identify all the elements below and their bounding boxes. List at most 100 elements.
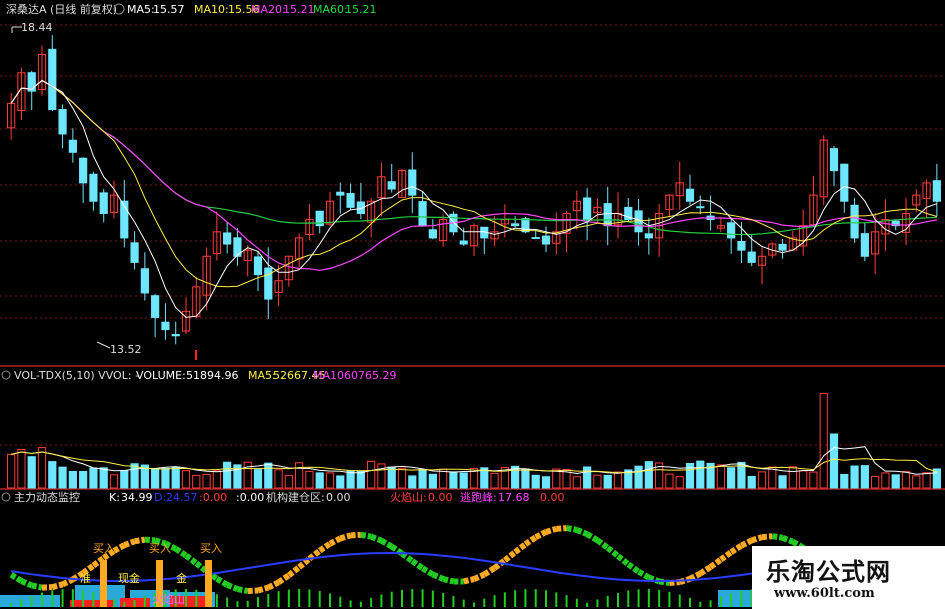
candle-body — [829, 148, 839, 172]
k-line-segment — [370, 533, 383, 544]
volume-bar — [109, 474, 119, 489]
candle-body — [346, 193, 355, 208]
k-line-segment — [708, 557, 723, 570]
volume-bar — [408, 475, 417, 489]
buy-label-2: 买入 — [149, 542, 171, 555]
monitor-title: 主力动态监控 — [14, 490, 80, 504]
zone-label-4: 火焰山 — [152, 592, 185, 606]
volume-bar — [356, 470, 365, 489]
volume-bar — [572, 476, 581, 489]
volume-bar — [644, 461, 653, 489]
volcano-value: 0.00 — [428, 491, 453, 504]
k-line-segment — [669, 579, 680, 586]
x-value: :0.00 — [199, 491, 227, 504]
high-marker: 18.44 — [11, 21, 53, 34]
volume-bar — [840, 473, 849, 489]
k-line-segment — [431, 571, 445, 582]
inst-value: 0.00 — [326, 491, 351, 504]
k-line-segment — [513, 541, 528, 555]
watermark-logo: 乐淘公式网 www.60lt.com — [752, 546, 945, 609]
k-line-segment — [698, 564, 713, 577]
date-marker — [195, 350, 197, 360]
candle-body — [223, 232, 232, 245]
svg-text:13.52: 13.52 — [110, 343, 142, 356]
volume-bar — [346, 470, 355, 489]
volume-bar — [881, 472, 890, 489]
k-line-segment — [61, 576, 75, 588]
candle-body — [89, 173, 98, 202]
stock-chart[interactable]: 深桑达A (日线 前复权) MA5: 15.57 MA10: 15.56 MA2… — [0, 0, 945, 609]
candle-body — [58, 109, 67, 135]
volume-bar — [593, 474, 602, 489]
k-line-segment — [134, 536, 146, 545]
volume-bar — [68, 470, 77, 489]
volume-bar — [757, 471, 767, 489]
candle-body — [387, 181, 396, 190]
candle-body — [932, 180, 941, 202]
volume-bar — [603, 474, 612, 489]
volume-bar — [819, 393, 828, 489]
candle-body — [408, 169, 417, 196]
k-line-segment — [750, 534, 763, 544]
k-line-segment — [350, 531, 362, 539]
y-value: :0.00 — [236, 491, 264, 504]
volume-bar — [860, 465, 869, 489]
vol-ma10-line — [10, 451, 938, 474]
k-line-segment — [605, 545, 620, 559]
ma60-label: MA60: — [313, 3, 348, 16]
volume-bar — [212, 470, 221, 489]
k-line-segment — [637, 569, 651, 581]
volume-bar — [397, 467, 407, 489]
vol-ma10-value: 60765.29 — [344, 369, 397, 382]
candle-body — [151, 295, 160, 318]
volume-bar — [634, 465, 643, 489]
volume-bar — [490, 472, 499, 489]
volume-bar — [130, 463, 139, 489]
candle-body — [68, 139, 77, 153]
volume-bar — [449, 471, 458, 489]
volume-bar — [901, 471, 911, 489]
volume-bar — [511, 465, 520, 489]
candlestick-series — [7, 35, 941, 345]
volume-bar — [295, 462, 304, 489]
volume-bar — [418, 468, 427, 489]
candle-body — [140, 268, 149, 294]
k-line-segment — [123, 538, 136, 548]
volume-bar — [336, 475, 345, 489]
k-label: K: — [109, 491, 120, 504]
k-line-segment — [144, 536, 156, 544]
ma20-label: MA20: — [251, 3, 286, 16]
volume-bar — [89, 467, 98, 489]
k-line-segment — [729, 543, 744, 555]
volume-bar — [459, 472, 468, 489]
volume-bar — [428, 473, 437, 489]
volume-value: 51894.96 — [186, 369, 239, 382]
volume-bar — [27, 456, 36, 489]
k-line-segment — [379, 538, 394, 550]
volume-bar — [120, 470, 129, 489]
candle-body — [253, 256, 263, 276]
candle-body — [603, 203, 612, 227]
buy-label-1: 买入 — [93, 542, 115, 555]
volume-bar — [315, 472, 324, 489]
volume-bar — [727, 467, 736, 489]
volume-bar — [829, 433, 839, 489]
volume-bar — [284, 474, 293, 489]
volume-bar — [243, 461, 252, 489]
settings-icon[interactable] — [1, 492, 11, 502]
k-line-segment — [566, 525, 578, 533]
moving-average-lines — [10, 79, 938, 318]
volume-bar — [151, 467, 160, 489]
candle-body — [130, 242, 139, 263]
k-line-segment — [502, 549, 518, 563]
ma5-line — [10, 79, 938, 318]
candle-body — [531, 237, 540, 240]
settings-icon[interactable] — [1, 370, 11, 380]
k-line-segment — [360, 531, 372, 540]
k-line-segment — [184, 553, 199, 566]
volume-bar — [531, 474, 540, 489]
candle-body — [850, 204, 859, 239]
volume-bar — [387, 466, 396, 489]
volume-bar — [850, 465, 859, 489]
k-line-segment — [595, 537, 610, 551]
